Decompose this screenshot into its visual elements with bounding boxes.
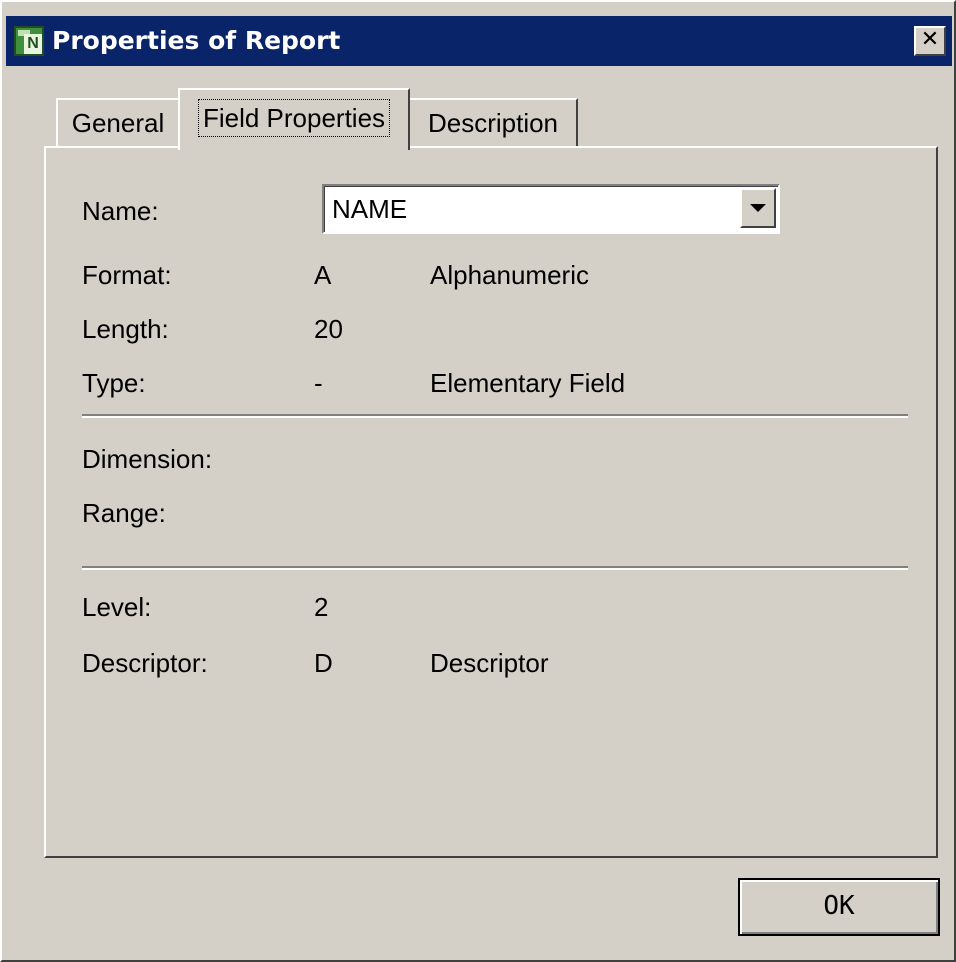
tab-field-properties-label: Field Properties (197, 99, 391, 137)
name-label: Name: (82, 196, 159, 226)
close-button[interactable]: ✕ (914, 26, 946, 56)
app-icon-letter: N (24, 34, 42, 54)
dimension-label: Dimension: (82, 444, 213, 474)
title-bar[interactable]: N Properties of Report ✕ (6, 16, 952, 66)
separator-1 (82, 414, 908, 418)
app-icon: N (14, 26, 44, 56)
name-dropdown-button[interactable] (740, 188, 776, 228)
tab-description-label: Description (427, 108, 559, 138)
tab-general[interactable]: General (56, 98, 180, 146)
field-properties-panel: Name: NAME Format: A Alphanumeric Length… (44, 146, 938, 858)
name-combobox[interactable]: NAME (322, 184, 780, 234)
descriptor-code: D (314, 648, 333, 678)
level-label: Level: (82, 592, 152, 622)
separator-2 (82, 566, 908, 570)
descriptor-description: Descriptor (430, 648, 549, 678)
tab-general-label: General (71, 108, 165, 138)
level-value: 2 (314, 592, 329, 622)
type-label: Type: (82, 368, 146, 398)
name-combobox-value: NAME (332, 194, 408, 224)
format-description: Alphanumeric (430, 260, 589, 290)
window-title: Properties of Report (52, 26, 341, 55)
range-label: Range: (82, 498, 166, 528)
type-description: Elementary Field (430, 368, 626, 398)
type-code: - (314, 368, 323, 398)
tab-field-properties[interactable]: Field Properties (178, 88, 410, 150)
length-value: 20 (314, 314, 343, 344)
format-label: Format: (82, 260, 172, 290)
format-code: A (314, 260, 332, 290)
properties-dialog: N Properties of Report ✕ General Field P… (0, 0, 956, 962)
close-icon: ✕ (920, 27, 940, 52)
length-label: Length: (82, 314, 169, 344)
chevron-down-icon (750, 204, 766, 212)
ok-button[interactable]: OK (738, 878, 940, 936)
tab-description[interactable]: Description (408, 98, 578, 146)
descriptor-label: Descriptor: (82, 648, 208, 678)
